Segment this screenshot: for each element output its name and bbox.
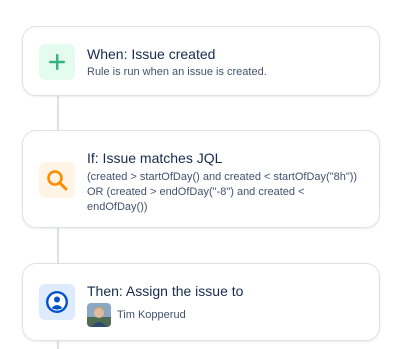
flow-connector <box>57 228 59 264</box>
jql-line: (created > startOfDay() and created < st… <box>87 171 358 183</box>
jql-line: OR (created > endOfDay("-8") and created… <box>87 186 305 198</box>
assignee-name[interactable]: Tim Kopperud <box>117 309 186 321</box>
automation-rule-canvas: When: Issue created Rule is run when an … <box>0 0 408 349</box>
search-icon <box>47 170 68 191</box>
condition-icon-box <box>39 162 75 198</box>
action-icon-box <box>39 284 75 320</box>
jql-line: endOfDay()) <box>87 201 148 213</box>
condition-jql: (created > startOfDay() and created < st… <box>87 170 367 215</box>
trigger-title: When: Issue created <box>87 46 216 62</box>
condition-title: If: Issue matches JQL <box>87 150 223 166</box>
user-circle-icon <box>46 291 68 313</box>
plus-icon <box>49 54 65 70</box>
trigger-description: Rule is run when an issue is created. <box>87 66 267 78</box>
flow-connector <box>57 340 59 349</box>
action-title: Then: Assign the issue to <box>87 283 244 299</box>
assignee-avatar-image <box>87 303 111 327</box>
condition-card[interactable]: If: Issue matches JQL (created > startOf… <box>22 130 380 228</box>
action-card[interactable]: Then: Assign the issue to Tim Kopperud <box>22 263 380 341</box>
trigger-icon-box <box>39 44 75 80</box>
avatar <box>87 303 111 327</box>
flow-connector <box>57 96 59 130</box>
trigger-card[interactable]: When: Issue created Rule is run when an … <box>22 26 380 96</box>
